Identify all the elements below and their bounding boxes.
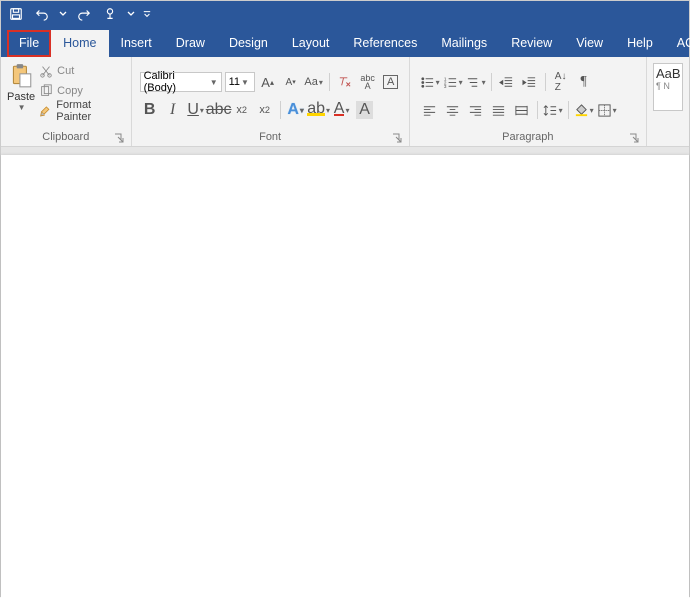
- cut-label: Cut: [57, 65, 74, 77]
- font-color-button[interactable]: A▾: [332, 100, 352, 120]
- font-size-combo[interactable]: 11▼: [225, 72, 255, 92]
- group-label-paragraph: Paragraph: [414, 129, 642, 146]
- strikethrough-button[interactable]: abc: [209, 100, 229, 120]
- underline-button[interactable]: U▾: [186, 100, 206, 120]
- group-styles: AaB ¶ N: [647, 57, 689, 146]
- character-border-button[interactable]: A: [381, 72, 401, 92]
- undo-icon[interactable]: [33, 5, 51, 23]
- font-launcher-icon[interactable]: [392, 133, 402, 143]
- show-marks-button[interactable]: ¶: [574, 72, 594, 92]
- undo-dropdown-icon[interactable]: [59, 5, 67, 23]
- align-center-button[interactable]: [443, 100, 463, 120]
- cut-button[interactable]: Cut: [37, 61, 126, 81]
- highlight-button[interactable]: ab▾: [309, 100, 329, 120]
- ribbon-tabs: File Home Insert Draw Design Layout Refe…: [1, 27, 689, 57]
- copy-label: Copy: [57, 85, 83, 97]
- group-label-font: Font: [136, 129, 405, 146]
- format-painter-button[interactable]: Format Painter: [37, 101, 126, 121]
- ribbon: Paste ▼ Cut Copy Format Painter Clipbo: [1, 57, 689, 147]
- justify-button[interactable]: [489, 100, 509, 120]
- font-family-combo[interactable]: Calibri (Body)▼: [140, 72, 222, 92]
- sort-button[interactable]: AZ↓: [551, 72, 571, 92]
- group-font: Calibri (Body)▼ 11▼ A▴ A▾ Aa▾ abcA A B I: [132, 57, 410, 146]
- quick-access-toolbar: [1, 1, 689, 27]
- multilevel-list-button[interactable]: ▾: [466, 72, 486, 92]
- paste-dropdown-icon[interactable]: ▼: [18, 103, 26, 112]
- save-icon[interactable]: [7, 5, 25, 23]
- bold-button[interactable]: B: [140, 100, 160, 120]
- redo-icon[interactable]: [75, 5, 93, 23]
- touch-mode-icon[interactable]: [101, 5, 119, 23]
- svg-text:3: 3: [444, 84, 447, 89]
- tab-insert[interactable]: Insert: [109, 30, 164, 57]
- document-area: [1, 147, 689, 598]
- increase-indent-button[interactable]: [520, 72, 540, 92]
- italic-button[interactable]: I: [163, 100, 183, 120]
- tab-references[interactable]: References: [341, 30, 429, 57]
- shading-button[interactable]: ▾: [574, 100, 594, 120]
- copy-button[interactable]: Copy: [37, 81, 126, 101]
- paste-label: Paste: [7, 91, 35, 103]
- numbering-button[interactable]: 123▾: [443, 72, 463, 92]
- tab-file[interactable]: File: [7, 30, 51, 57]
- grow-font-button[interactable]: A▴: [258, 72, 278, 92]
- character-shading-button[interactable]: A: [355, 100, 375, 120]
- tab-home[interactable]: Home: [51, 30, 108, 57]
- bullets-button[interactable]: ▾: [420, 72, 440, 92]
- format-painter-label: Format Painter: [56, 99, 124, 123]
- text-effects-button[interactable]: A▾: [286, 100, 306, 120]
- decrease-indent-button[interactable]: [497, 72, 517, 92]
- group-label-clipboard: Clipboard: [5, 129, 127, 146]
- phonetic-guide-button[interactable]: abcA: [358, 72, 378, 92]
- paste-icon: [7, 61, 35, 91]
- clear-formatting-button[interactable]: [335, 72, 355, 92]
- style-normal[interactable]: AaB ¶ N: [653, 63, 683, 111]
- paragraph-launcher-icon[interactable]: [629, 133, 639, 143]
- tab-view[interactable]: View: [564, 30, 615, 57]
- superscript-button[interactable]: x2: [255, 100, 275, 120]
- paste-button[interactable]: Paste ▼: [5, 59, 37, 129]
- tab-draw[interactable]: Draw: [164, 30, 217, 57]
- tab-layout[interactable]: Layout: [280, 30, 342, 57]
- shrink-font-button[interactable]: A▾: [281, 72, 301, 92]
- tab-mailings[interactable]: Mailings: [429, 30, 499, 57]
- borders-button[interactable]: ▾: [597, 100, 617, 120]
- tab-review[interactable]: Review: [499, 30, 564, 57]
- group-clipboard: Paste ▼ Cut Copy Format Painter Clipbo: [1, 57, 132, 146]
- tab-help[interactable]: Help: [615, 30, 665, 57]
- qat-customize-icon[interactable]: [143, 5, 151, 23]
- align-right-button[interactable]: [466, 100, 486, 120]
- document-page[interactable]: [1, 155, 689, 598]
- distributed-button[interactable]: [512, 100, 532, 120]
- change-case-button[interactable]: Aa▾: [304, 72, 324, 92]
- touch-mode-dropdown-icon[interactable]: [127, 5, 135, 23]
- clipboard-launcher-icon[interactable]: [114, 133, 124, 143]
- group-paragraph: ▾ 123▾ ▾ AZ↓ ¶ ▾: [410, 57, 647, 146]
- subscript-button[interactable]: x2: [232, 100, 252, 120]
- tab-design[interactable]: Design: [217, 30, 280, 57]
- align-left-button[interactable]: [420, 100, 440, 120]
- tab-acrobat[interactable]: ACROBAT: [665, 30, 690, 57]
- line-spacing-button[interactable]: ▾: [543, 100, 563, 120]
